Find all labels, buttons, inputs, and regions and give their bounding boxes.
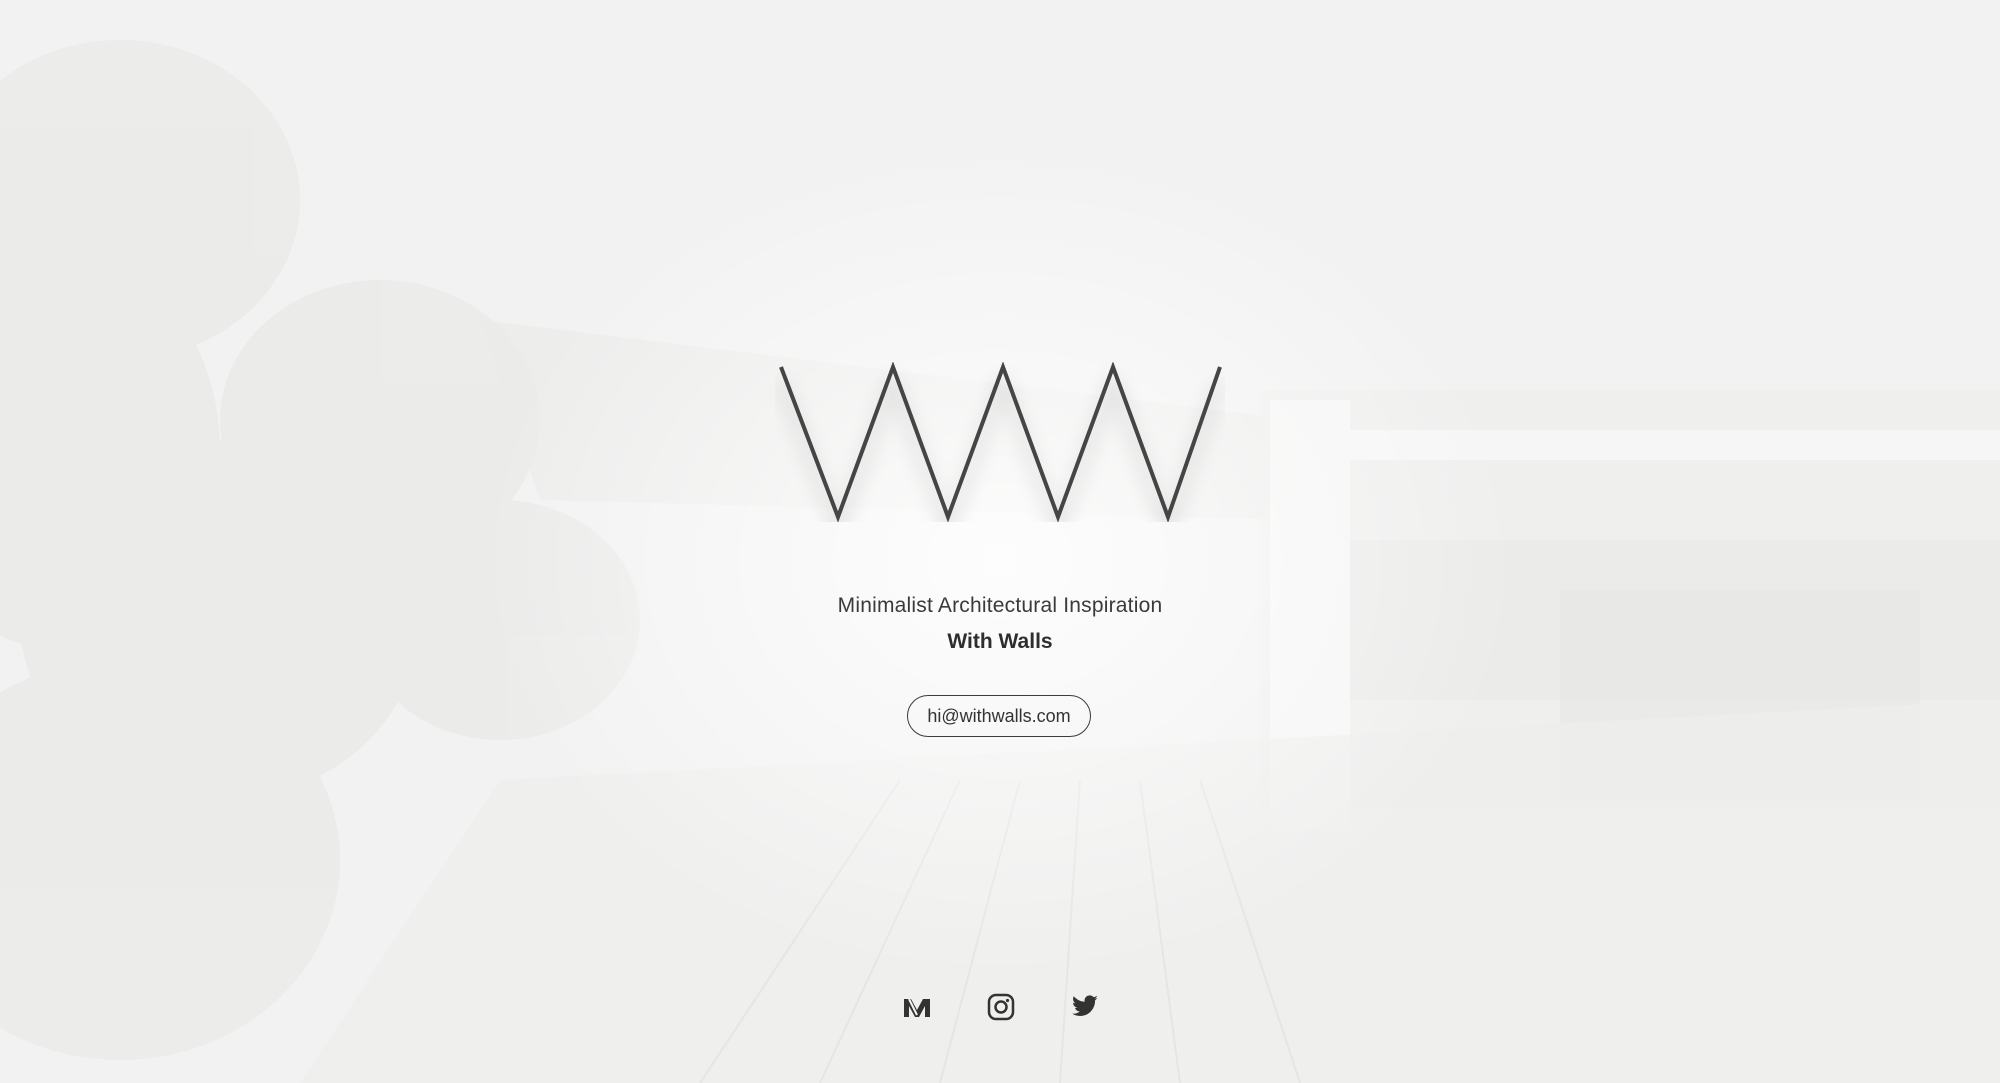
twitter-link[interactable] [1070, 992, 1100, 1022]
twitter-icon [1072, 995, 1098, 1016]
medium-link[interactable] [902, 992, 932, 1022]
instagram-link[interactable] [986, 992, 1016, 1022]
medium-icon [904, 998, 930, 1017]
withwalls-logo [779, 362, 1222, 522]
hero: Minimalist Architectural Inspiration Wit… [0, 0, 2000, 1083]
instagram-icon [987, 993, 1015, 1021]
email-button[interactable]: hi@withwalls.com [907, 695, 1091, 737]
brand-name: With Walls [947, 630, 1053, 653]
social-links [0, 992, 2000, 1022]
tagline: Minimalist Architectural Inspiration [837, 594, 1163, 617]
